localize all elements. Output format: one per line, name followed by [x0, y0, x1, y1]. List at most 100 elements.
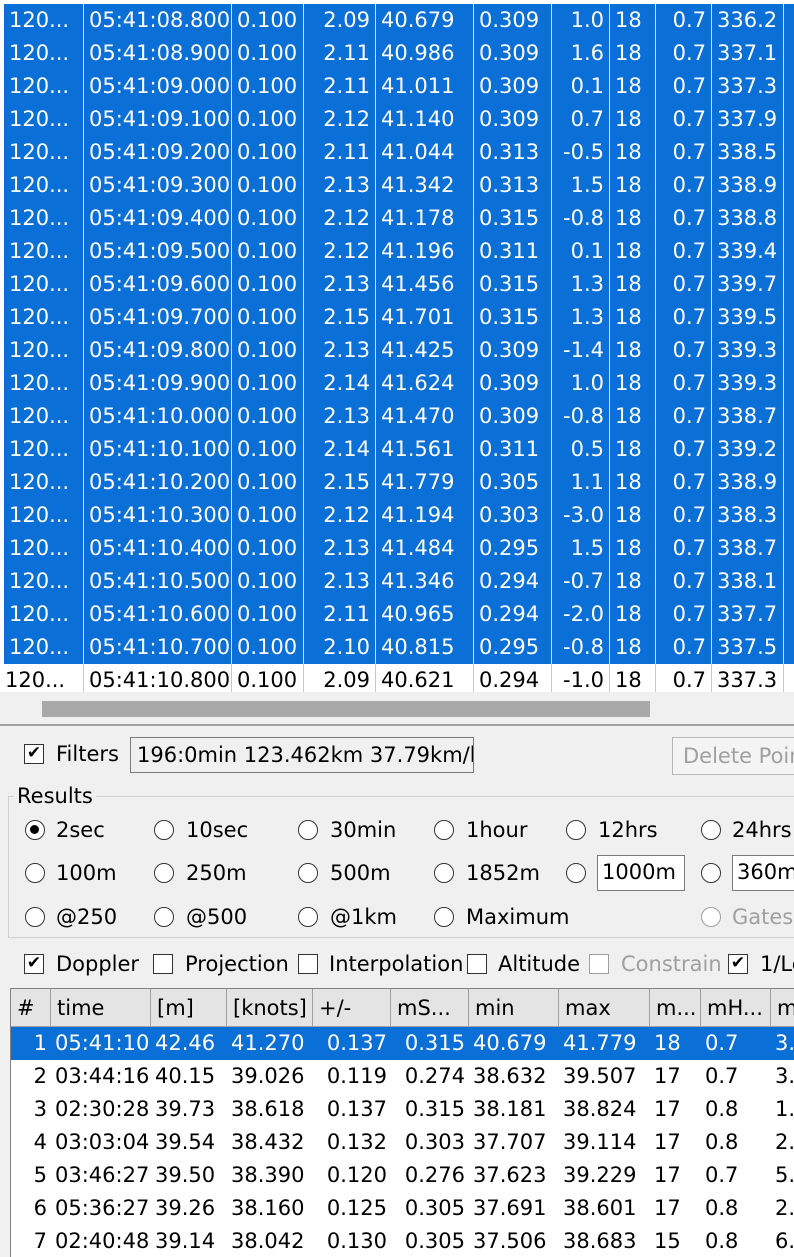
column-header[interactable]: max	[559, 989, 650, 1027]
track-point-row[interactable]: 120... 05:41:09.300 0.100 2.13 41.342 0.313 1.…	[0, 169, 794, 202]
radio-100m[interactable]	[25, 863, 45, 883]
cell-time: 05:41:09.700	[84, 301, 232, 334]
column-header[interactable]: #	[11, 989, 51, 1027]
cell-accuracy: 0.294	[474, 598, 552, 631]
track-point-row[interactable]: 120... 05:41:09.600 0.100 2.13 41.456 0.315 1.…	[0, 268, 794, 301]
filters-checkbox[interactable]: ✔	[24, 744, 44, 764]
radio-custom-distance[interactable]	[566, 863, 586, 883]
cell-hdop: 0.7	[656, 499, 712, 532]
result-cell: 37.506	[473, 1229, 547, 1253]
column-header[interactable]: m	[771, 989, 794, 1027]
track-point-row[interactable]: 120... 05:41:08.800 0.100 2.09 40.679 0.309 1.…	[0, 4, 794, 37]
cell-distance: 2.13	[304, 565, 376, 598]
radio-12hrs[interactable]	[566, 820, 586, 840]
result-row[interactable]: 4 03:03:04 39.54 38.432 0.132 0.303 37.707 39.1…	[11, 1126, 794, 1159]
radio-maximum[interactable]	[434, 907, 454, 927]
track-point-row[interactable]: 120... 05:41:10.800 0.100 2.09 40.621 0.294 -1…	[0, 664, 794, 692]
cell-hdop: 0.7	[656, 235, 712, 268]
result-row[interactable]: 1 05:41:10 42.46 41.270 0.137 0.315 40.679 41.7…	[11, 1027, 794, 1060]
cell-delta: -0.8	[552, 400, 610, 433]
delete-points-button[interactable]: Delete Poin	[672, 737, 794, 775]
cell-distance: 2.12	[304, 235, 376, 268]
track-point-row[interactable]: 120... 05:41:09.100 0.100 2.12 41.140 0.309 0.…	[0, 103, 794, 136]
radio-2sec[interactable]	[25, 820, 45, 840]
track-point-row[interactable]: 120... 05:41:09.200 0.100 2.11 41.044 0.313 -0…	[0, 136, 794, 169]
doppler-checkbox[interactable]: ✔	[24, 954, 44, 974]
radio-at500[interactable]	[154, 907, 174, 927]
track-point-row[interactable]: 120... 05:41:10.600 0.100 2.11 40.965 0.294 -2…	[0, 598, 794, 631]
track-point-row[interactable]: 120... 05:41:10.000 0.100 2.13 41.470 0.309 -0…	[0, 400, 794, 433]
cell-heading: 337.5	[712, 631, 784, 664]
custom-distance-input[interactable]: 1000m	[597, 855, 685, 891]
track-point-row[interactable]: 120... 05:41:09.500 0.100 2.12 41.196 0.311 0.…	[0, 235, 794, 268]
cell-extra	[784, 367, 794, 400]
cell-heading: 338.9	[712, 169, 784, 202]
radio-1852m[interactable]	[434, 863, 454, 883]
cell-speed: 41.044	[376, 136, 474, 169]
radio-500m[interactable]	[298, 863, 318, 883]
column-header[interactable]: time	[51, 989, 151, 1027]
track-point-row[interactable]: 120... 05:41:09.900 0.100 2.14 41.624 0.309 1.…	[0, 367, 794, 400]
track-points-grid[interactable]: 120... 05:41:08.800 0.100 2.09 40.679 0.309 1.…	[0, 0, 794, 692]
cell-sats: 18	[610, 70, 656, 103]
result-row[interactable]: 5 03:46:27 39.50 38.390 0.120 0.276 37.623 39.2…	[11, 1159, 794, 1192]
cell-hdop: 0.7	[656, 301, 712, 334]
radio-gates[interactable]	[701, 907, 721, 927]
track-point-row[interactable]: 120... 05:41:08.900 0.100 2.11 40.986 0.309 1.…	[0, 37, 794, 70]
track-point-row[interactable]: 120... 05:41:10.300 0.100 2.12 41.194 0.303 -3…	[0, 499, 794, 532]
result-row[interactable]: 6 05:36:27 39.26 38.160 0.125 0.305 37.691 38.6…	[11, 1192, 794, 1225]
track-point-row[interactable]: 120... 05:41:09.000 0.100 2.11 41.011 0.309 0.…	[0, 70, 794, 103]
radio-10sec[interactable]	[154, 820, 174, 840]
scrollbar-thumb[interactable]	[42, 701, 650, 717]
column-header[interactable]: [m]	[151, 989, 227, 1027]
cell-speed: 40.986	[376, 37, 474, 70]
track-point-row[interactable]: 120... 05:41:10.100 0.100 2.14 41.561 0.311 0.…	[0, 433, 794, 466]
track-point-row[interactable]: 120... 05:41:10.700 0.100 2.10 40.815 0.295 -0…	[0, 631, 794, 664]
result-row[interactable]: 3 02:30:28 39.73 38.618 0.137 0.315 38.181 38.8…	[11, 1093, 794, 1126]
track-point-row[interactable]: 120... 05:41:09.400 0.100 2.12 41.178 0.315 -0…	[0, 202, 794, 235]
cell-extra	[784, 235, 794, 268]
cell-heading: 338.7	[712, 400, 784, 433]
constrain-checkbox[interactable]	[589, 954, 609, 974]
result-row[interactable]: 2 03:44:16 40.15 39.026 0.119 0.274 38.632 39.5…	[11, 1060, 794, 1093]
cell-heading: 339.2	[712, 433, 784, 466]
result-row[interactable]: 7 02:40:48 39.14 38.042 0.130 0.305 37.506 38.6…	[11, 1225, 794, 1257]
radio-1hour[interactable]	[434, 820, 454, 840]
result-cell: 05:41:10	[55, 1031, 150, 1055]
column-header[interactable]: +/-	[313, 989, 391, 1027]
radio-24hrs[interactable]	[701, 820, 721, 840]
custom-time-input[interactable]: 360mi	[732, 855, 794, 891]
radio-30min[interactable]	[298, 820, 318, 840]
altitude-checkbox[interactable]	[467, 954, 487, 974]
cell-speed: 41.484	[376, 532, 474, 565]
cell-time: 05:41:09.500	[84, 235, 232, 268]
results-table[interactable]: #time[m][knots]+/-mS...minmaxm...mH...m1…	[10, 988, 794, 1257]
track-point-row[interactable]: 120... 05:41:10.200 0.100 2.15 41.779 0.305 1.…	[0, 466, 794, 499]
projection-checkbox[interactable]	[153, 954, 173, 974]
radio-at1km[interactable]	[298, 907, 318, 927]
one-over-length-checkbox[interactable]: ✔	[728, 954, 748, 974]
cell-accuracy: 0.295	[474, 532, 552, 565]
cell-delta: -0.7	[552, 565, 610, 598]
cell-sats: 18	[610, 664, 656, 692]
cell-hdop: 0.7	[656, 202, 712, 235]
column-header[interactable]: m...	[650, 989, 701, 1027]
radio-at250[interactable]	[25, 907, 45, 927]
track-point-row[interactable]: 120... 05:41:10.400 0.100 2.13 41.484 0.295 1.…	[0, 532, 794, 565]
track-point-row[interactable]: 120... 05:41:09.800 0.100 2.13 41.425 0.309 -1…	[0, 334, 794, 367]
column-header[interactable]: mS...	[391, 989, 469, 1027]
cell-sats: 18	[610, 4, 656, 37]
interpolation-checkbox[interactable]	[298, 954, 318, 974]
track-point-row[interactable]: 120... 05:41:10.500 0.100 2.13 41.346 0.294 -0…	[0, 565, 794, 598]
track-point-row[interactable]: 120... 05:41:09.700 0.100 2.15 41.701 0.315 1.…	[0, 301, 794, 334]
cell-accuracy: 0.315	[474, 301, 552, 334]
cell-heading: 338.1	[712, 565, 784, 598]
radio-250m[interactable]	[154, 863, 174, 883]
column-header[interactable]: [knots]	[227, 989, 313, 1027]
horizontal-scrollbar[interactable]	[0, 692, 794, 724]
result-cell: 3.	[775, 1064, 794, 1088]
result-cell: 03:44:16	[55, 1064, 150, 1088]
column-header[interactable]: mH...	[701, 989, 771, 1027]
column-header[interactable]: min	[469, 989, 559, 1027]
radio-custom-time[interactable]	[701, 863, 721, 883]
